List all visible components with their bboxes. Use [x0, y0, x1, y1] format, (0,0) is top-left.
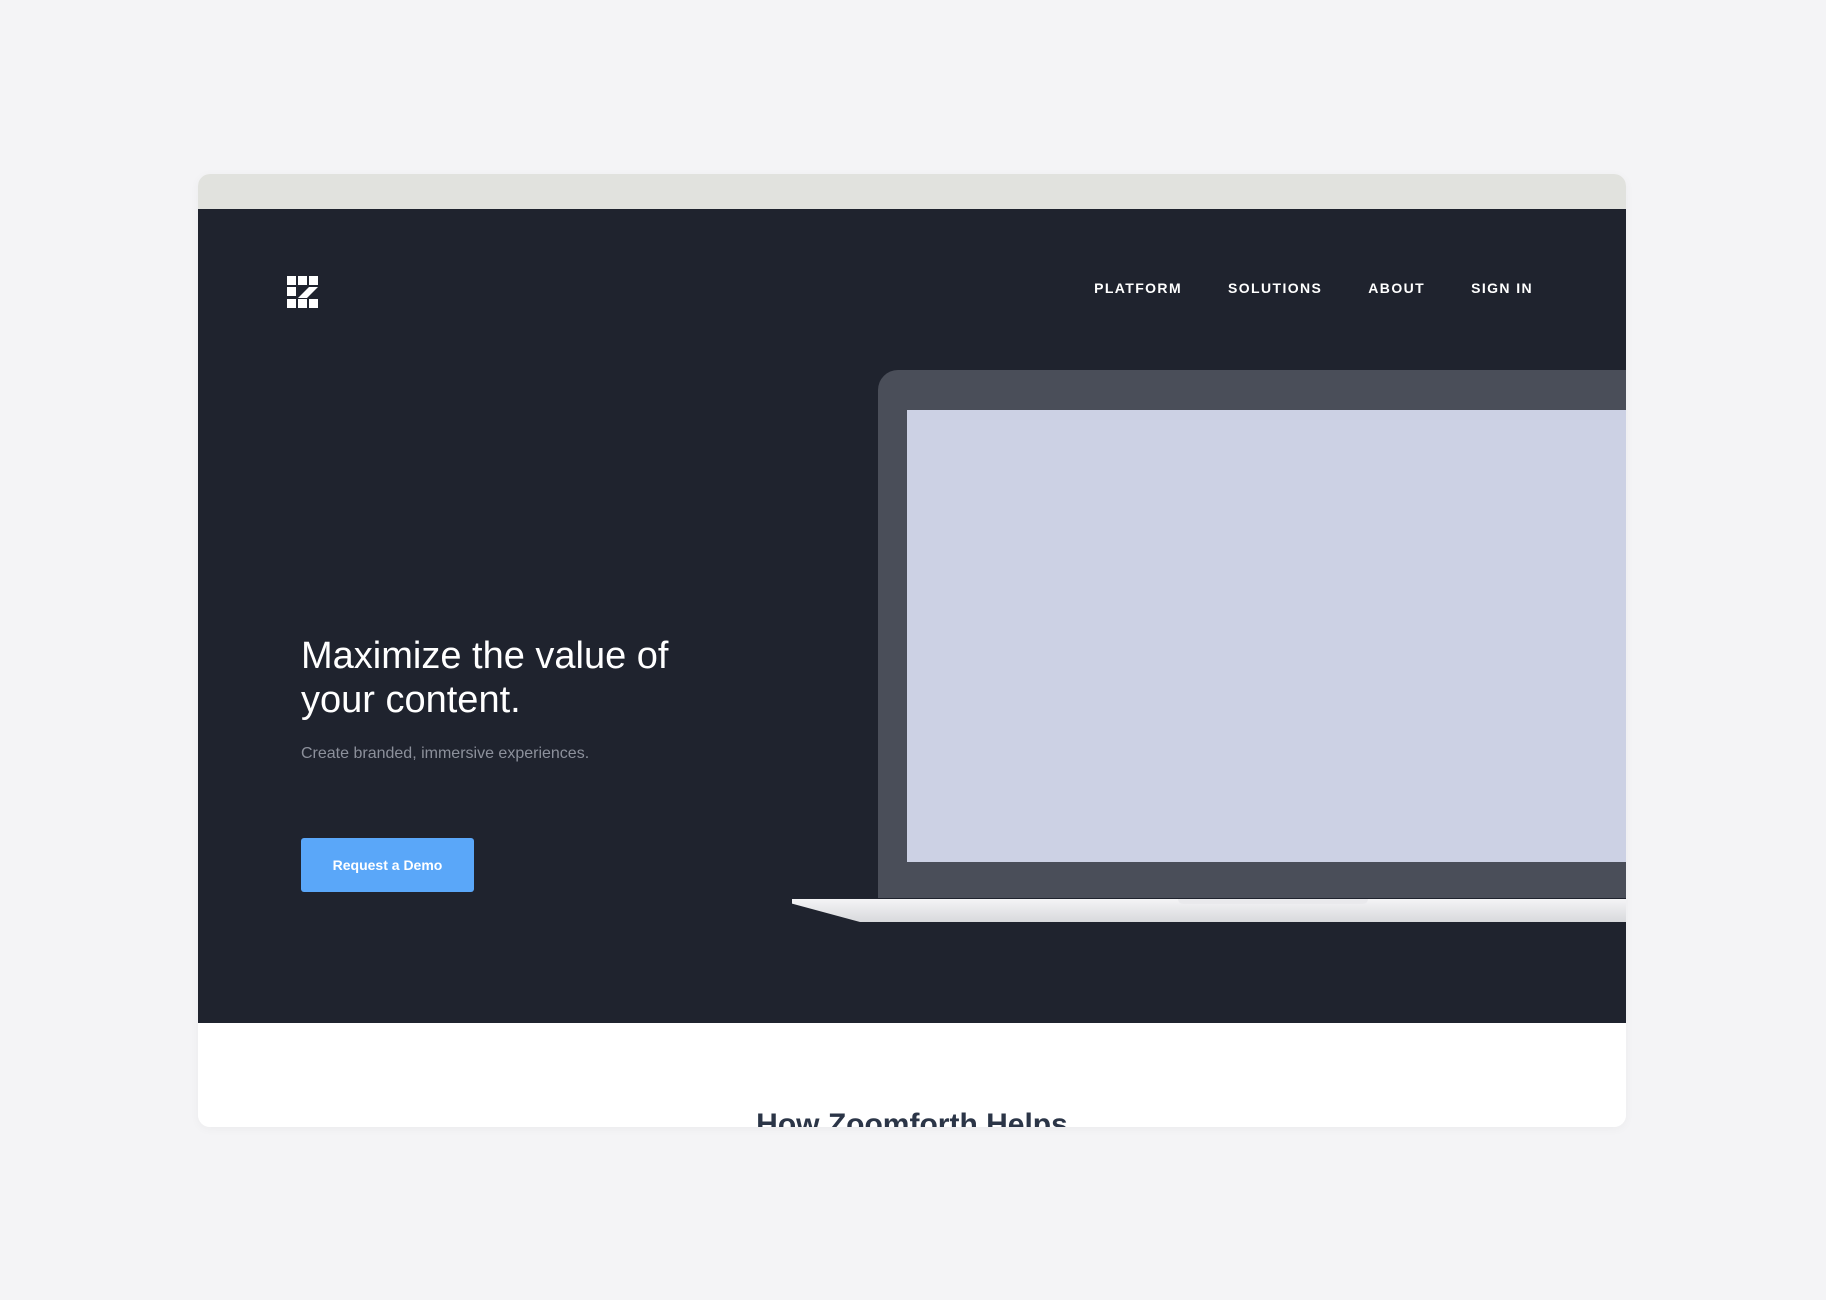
main-nav: PLATFORM SOLUTIONS ABOUT SIGN IN	[1048, 280, 1533, 296]
features-section: How Zoomforth Helps	[198, 1023, 1626, 1127]
zoomforth-logo-icon[interactable]	[287, 276, 319, 308]
hero-subheadline: Create branded, immersive experiences.	[301, 745, 590, 762]
nav-sign-in[interactable]: SIGN IN	[1471, 280, 1533, 296]
request-demo-button[interactable]: Request a Demo	[301, 838, 474, 892]
nav-solutions[interactable]: SOLUTIONS	[1228, 280, 1322, 296]
hero-headline: Maximize the value of your content.	[301, 635, 669, 721]
browser-toolbar	[198, 174, 1626, 209]
browser-window: PLATFORM SOLUTIONS ABOUT SIGN IN Maximiz…	[198, 174, 1626, 1127]
nav-about[interactable]: ABOUT	[1368, 280, 1425, 296]
section-title: How Zoomforth Helps	[756, 1108, 1068, 1127]
laptop-notch	[1178, 899, 1368, 904]
laptop-screen	[907, 410, 1626, 862]
nav-platform[interactable]: PLATFORM	[1094, 280, 1182, 296]
laptop-mockup	[198, 209, 1626, 1023]
hero-section: PLATFORM SOLUTIONS ABOUT SIGN IN Maximiz…	[198, 209, 1626, 1023]
